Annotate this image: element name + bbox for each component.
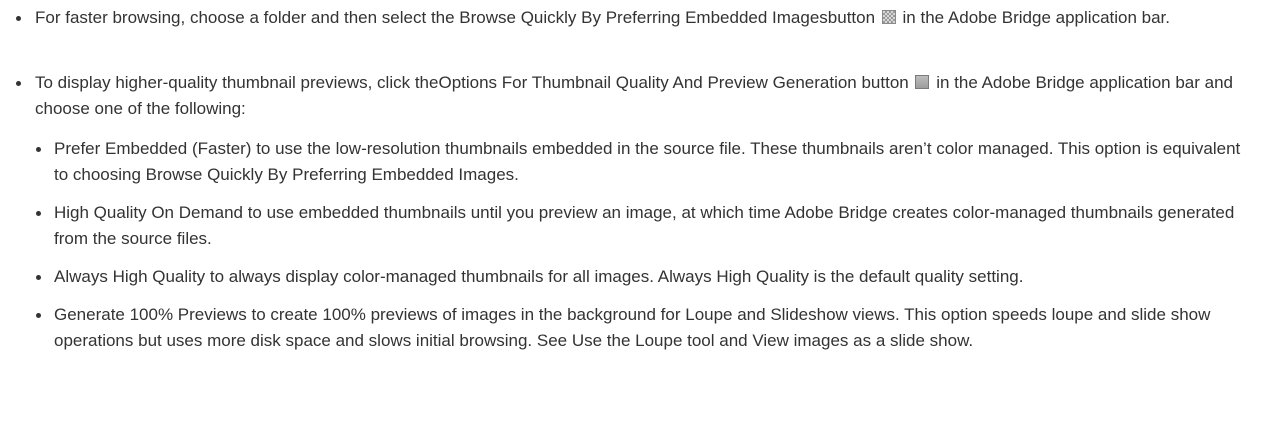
- list-item-thumbnail-quality: To display higher-quality thumbnail prev…: [0, 70, 1250, 354]
- bullet-list: To display higher-quality thumbnail prev…: [0, 70, 1250, 366]
- sub-list-item-always-high-quality: Always High Quality to always display co…: [35, 264, 1250, 290]
- embedded-images-icon: [881, 10, 896, 24]
- document-page: For faster browsing, choose a folder and…: [0, 0, 1272, 448]
- sub-list-item-generate-previews: Generate 100% Previews to create 100% pr…: [35, 302, 1250, 354]
- sub-list-item-prefer-embedded: Prefer Embedded (Faster) to use the low-…: [35, 136, 1250, 188]
- thumbnail-quality-options-icon: [915, 75, 930, 89]
- list-item-text-before: To display higher-quality thumbnail prev…: [35, 73, 909, 92]
- list-item-text-after: in the Adobe Bridge application bar.: [902, 8, 1171, 27]
- list-item-text-before: For faster browsing, choose a folder and…: [35, 8, 876, 27]
- list-item-faster-browsing: For faster browsing, choose a folder and…: [0, 5, 1250, 31]
- sub-list-item-high-quality-on-demand: High Quality On Demand to use embedded t…: [35, 200, 1250, 252]
- bullet-list: For faster browsing, choose a folder and…: [0, 5, 1250, 31]
- sub-bullet-list: Prefer Embedded (Faster) to use the low-…: [35, 136, 1250, 354]
